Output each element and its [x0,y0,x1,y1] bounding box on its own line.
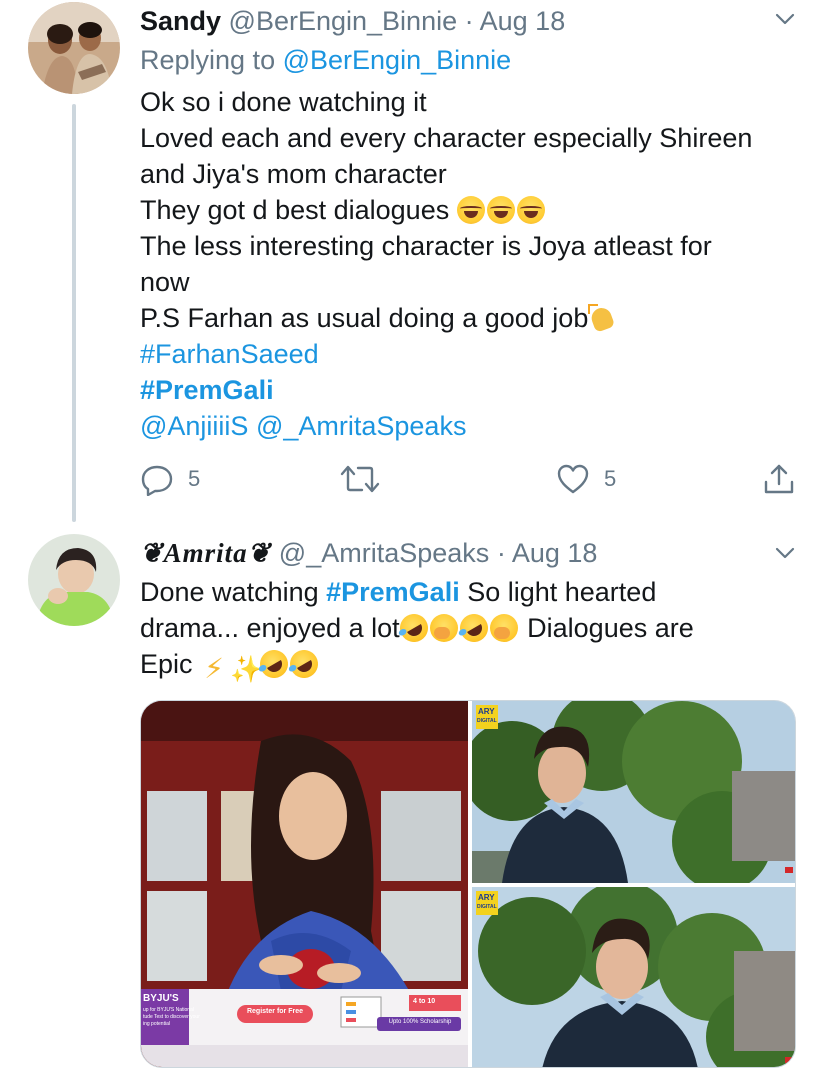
replying-to-prefix: Replying to [140,45,276,75]
tweet-text: Ok so i done watching it Loved each and … [140,84,810,444]
tweet-text: Done watching #PremGali So light hearted… [140,574,810,684]
ad-brand: BYJU'S [143,993,179,1004]
thread-line [72,104,76,522]
avatar-sandy-image [28,2,120,94]
laughing-emoji-icon [516,196,545,224]
ad-copy-line: tude Test to discover your [143,1014,200,1020]
tweet-text-segment: Dialogues are [519,613,694,643]
laughing-emoji-icon [456,196,485,224]
tweet-line: now [140,267,190,297]
separator-dot: · [464,6,474,36]
tweet-actions: 5 5 [140,462,800,502]
tweet-header: Sandy @BerEngin_Binnie · Aug 18 [140,4,565,38]
tweet-media-grid[interactable]: BYJU'S up for BYJU'S National tude Test … [140,700,796,1068]
tweet-line: The less interesting character is Joya a… [140,231,712,261]
channel-logo-sub: DIGITAL [477,718,497,724]
tweet-line: Ok so i done watching it [140,87,427,117]
replying-to: Replying to @BerEngin_Binnie [140,42,511,78]
ad-copy-line: ing potential [143,1021,170,1027]
tweet-line: and Jiya's mom character [140,159,447,189]
channel-logo: ARY [478,707,495,716]
retweet-button[interactable] [340,462,380,496]
reply-button[interactable]: 5 [140,462,200,496]
farhan-scene-image-2 [472,887,795,1067]
ad-copy: up for BYJU'S National tude Test to disc… [143,1007,200,1028]
reply-count: 5 [188,466,201,491]
tweet-date[interactable]: Aug 18 [512,538,598,568]
tweet-header: ❦Amrita❦ @_AmritaSpeaks · Aug 18 [140,536,597,570]
media-photo-bottom-right[interactable]: ARY DIGITAL [472,887,795,1067]
tweet-line: drama... enjoyed a lot Dialogues are [140,608,810,648]
tweet-line-with-emoji: P.S Farhan as usual doing a good job [140,300,810,336]
tweet-line: Loved each and every character especiall… [140,123,753,153]
ad-scholarship-badge: Upto 100% Scholarship [388,1019,452,1025]
tweet-text-segment: drama... enjoyed a lot [140,613,400,643]
ad-grade-badge: 4 to 10 [413,998,436,1005]
hashtag-farhansaeed[interactable]: #FarhanSaeed [140,336,810,372]
tweet-line-text: They got d best dialogues [140,195,450,225]
avatar-amrita[interactable] [28,534,120,626]
reply-icon [141,465,173,496]
display-name[interactable]: ❦Amrita❦ [140,538,271,568]
like-button[interactable]: 5 [556,462,616,496]
mention-amritaspeaks[interactable]: @_AmritaSpeaks [256,411,467,441]
channel-logo-sub: DIGITAL [477,904,497,910]
ad-copy-line: up for BYJU'S National [143,1007,194,1013]
replying-to-handle[interactable]: @BerEngin_Binnie [283,45,512,75]
rofl-emoji-icon [394,608,433,648]
separator-dot: · [496,538,506,568]
tweet-line: Done watching #PremGali So light hearted [140,574,810,610]
farhan-scene-image [472,701,795,883]
sparkles-emoji-icon: ✨ [230,654,263,684]
chevron-down-icon[interactable] [774,8,796,30]
avatar-amrita-image [28,534,120,626]
tweet-date[interactable]: Aug 18 [480,6,566,36]
tweet-text-segment: Epic [140,649,201,679]
tweet-text-segment: So light hearted [459,577,657,607]
avatar-sandy[interactable] [28,2,120,94]
hand-over-mouth-emoji-icon [429,614,458,642]
heart-icon [557,464,589,494]
user-handle[interactable]: @_AmritaSpeaks [279,538,490,568]
clapping-hands-emoji-icon [588,304,616,332]
media-photo-left[interactable]: BYJU'S up for BYJU'S National tude Test … [141,701,468,1067]
display-name[interactable]: Sandy [140,6,221,36]
user-handle[interactable]: @BerEngin_Binnie [229,6,458,36]
mentions-line: @AnjiiiiS @_AmritaSpeaks [140,408,810,444]
media-photo-top-right[interactable]: ARY DIGITAL [472,701,795,883]
share-icon [764,464,794,494]
tweet-line: Epic ⚡ ✨ [140,644,810,684]
hand-over-mouth-emoji-icon [489,614,518,642]
tweet-text-segment: Done watching [140,577,327,607]
hashtag-premgali[interactable]: #PremGali [326,577,460,607]
like-count: 5 [604,466,617,491]
hashtag-premgali[interactable]: #PremGali [140,372,810,408]
share-button[interactable] [762,462,796,496]
tweet-line-text: P.S Farhan as usual doing a good job [140,303,589,333]
tweet-line-with-emoji: They got d best dialogues [140,192,810,228]
retweet-icon [340,465,380,493]
chevron-down-icon[interactable] [774,542,796,564]
lightning-emoji-icon: ⚡ [204,653,224,684]
rofl-emoji-icon [454,608,493,648]
mention-anjiiiis[interactable]: @AnjiiiiS [140,411,248,441]
rofl-emoji-icon [284,644,324,684]
laughing-emoji-icon [486,196,515,224]
tweet-sandy[interactable]: Sandy @BerEngin_Binnie · Aug 18 Replying… [0,0,826,530]
ad-register-button: Register for Free [246,1008,304,1015]
channel-logo: ARY [478,893,495,902]
